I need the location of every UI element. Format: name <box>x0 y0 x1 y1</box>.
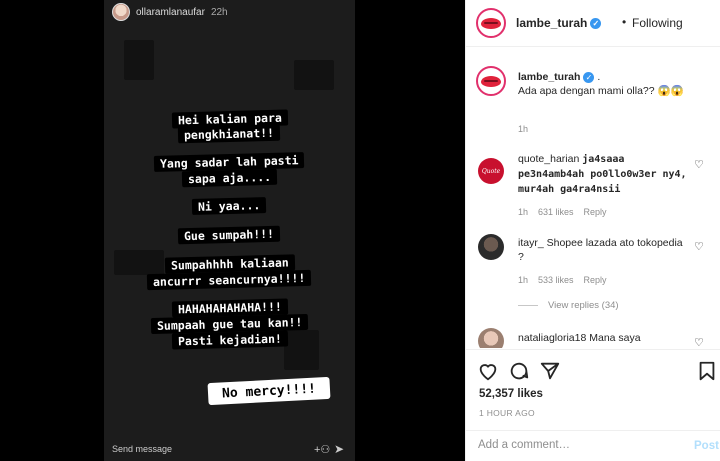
story-card[interactable]: ollaramlanaufar 22h Hei kalian para peng… <box>104 0 355 461</box>
story-username[interactable]: ollaramlanaufar <box>136 7 205 18</box>
post-panel: lambe_turah ✓ • Following lambe_turah ✓ . … <box>465 0 720 461</box>
comment-username[interactable]: itayr_ <box>518 237 544 249</box>
quote-logo-icon: Quote <box>481 167 501 175</box>
list-item: quote_harian ja4saaa pe3n4amb4ah po0llo0… <box>518 152 693 197</box>
story-header: ollaramlanaufar 22h <box>112 3 228 21</box>
bookmark-icon[interactable] <box>696 360 718 382</box>
story-footer: Send message +⚇ ➤ <box>104 439 355 461</box>
heart-icon[interactable]: ♡ <box>694 336 704 348</box>
caption-meta: 1h <box>518 124 538 134</box>
lips-logo-icon <box>481 75 501 87</box>
send-icon[interactable]: ➤ <box>334 442 344 456</box>
comment-meta: 1h 631 likes Reply <box>518 207 617 217</box>
list-item: itayr_ Shopee lazada ato tokopedia ? <box>518 236 683 264</box>
list-item: nataliagloria18 Mana saya <box>518 331 693 345</box>
following-button[interactable]: Following <box>632 16 683 30</box>
comment-time: 1h <box>518 207 529 217</box>
comment-bubble-icon[interactable] <box>508 360 530 382</box>
share-send-icon[interactable] <box>539 360 561 382</box>
heart-icon[interactable]: ♡ <box>694 158 704 171</box>
story-text-line: Ni yaa... <box>104 197 355 215</box>
verified-icon: ✓ <box>583 71 595 83</box>
story-text-line: Gue sumpah!!! <box>104 225 355 245</box>
comments-list[interactable]: lambe_turah ✓ . Ada apa dengan mami olla?… <box>466 48 720 348</box>
caption-time: 1h <box>518 124 529 134</box>
post-button[interactable]: Post <box>694 440 719 452</box>
story-text-line: Pasti kejadian! <box>104 330 355 350</box>
comment-text: Mana saya <box>589 332 641 344</box>
avatar[interactable] <box>112 3 130 21</box>
add-person-icon[interactable]: +⚇ <box>314 443 330 456</box>
comment-time: 1h <box>518 275 529 285</box>
send-message-input[interactable]: Send message <box>112 444 172 454</box>
avatar[interactable]: Quote <box>478 158 504 184</box>
comment-input[interactable] <box>478 439 678 451</box>
avatar[interactable] <box>476 8 506 38</box>
heart-icon[interactable]: ♡ <box>694 240 704 253</box>
comment-likes[interactable]: 631 likes <box>538 207 574 217</box>
caption-username[interactable]: lambe_turah <box>518 71 580 83</box>
story-viewer: ollaramlanaufar 22h Hei kalian para peng… <box>0 0 465 461</box>
no-mercy-sticker: No mercy!!!! <box>207 376 331 406</box>
background-shape <box>294 60 334 90</box>
story-time: 22h <box>210 6 228 18</box>
comment-username[interactable]: quote_harian <box>518 153 579 165</box>
reply-button[interactable]: Reply <box>584 275 607 285</box>
verified-icon: ✓ <box>590 18 602 30</box>
caption-suffix: . <box>597 71 601 83</box>
lips-logo-icon <box>481 17 501 29</box>
story-text-line: ancurrr seancurnya!!!! <box>104 269 355 291</box>
comment-meta: 1h 533 likes Reply <box>518 275 617 285</box>
post-header: lambe_turah ✓ • Following <box>466 0 720 47</box>
post-timestamp: 1 HOUR AGO <box>479 408 535 418</box>
background-shape <box>124 40 154 80</box>
separator-dot: • <box>622 15 627 29</box>
header-username[interactable]: lambe_turah ✓ <box>516 16 602 30</box>
post-actions: 52,357 likes 1 HOUR AGO <box>466 349 720 429</box>
comment-username[interactable]: nataliagloria18 <box>518 332 586 344</box>
avatar[interactable] <box>478 234 504 260</box>
avatar[interactable] <box>478 328 504 348</box>
story-text-line: sapa aja.... <box>104 168 355 188</box>
reply-button[interactable]: Reply <box>584 207 607 217</box>
add-comment-row: Post <box>466 430 720 461</box>
likes-count[interactable]: 52,357 likes <box>479 388 543 400</box>
view-replies-button[interactable]: View replies (34) <box>518 300 619 311</box>
story-text-line: pengkhianat!! <box>104 124 355 144</box>
comment-likes[interactable]: 533 likes <box>538 275 574 285</box>
caption-text: Ada apa dengan mami olla?? 😱😱 <box>518 85 684 97</box>
avatar[interactable] <box>476 66 506 96</box>
like-heart-icon[interactable] <box>477 360 499 382</box>
caption: lambe_turah ✓ . Ada apa dengan mami olla?… <box>518 70 708 98</box>
